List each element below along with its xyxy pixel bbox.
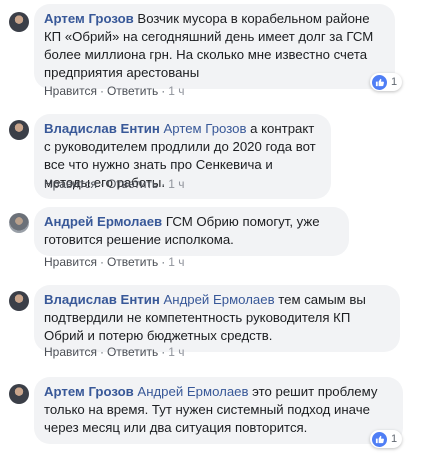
- like-icon: [372, 431, 387, 447]
- comment-actions: Нравится · Ответить · 1 ч: [44, 84, 185, 98]
- like-link[interactable]: Нравится: [44, 177, 97, 191]
- comments-screen: { "comments": [ { "author": "Артем Грозо…: [0, 0, 421, 459]
- comment-author[interactable]: Андрей Ермолаев: [44, 214, 162, 229]
- like-icon: [372, 74, 387, 90]
- comment-mention[interactable]: Андрей Ермолаев: [160, 292, 274, 307]
- comment-bubble: Владислав Ентин Андрей Ермолаев тем самы…: [34, 285, 400, 352]
- comment-actions: Нравится · Ответить · 1 ч: [44, 177, 185, 191]
- separator: ·: [99, 84, 104, 98]
- comment-author[interactable]: Владислав Ентин: [44, 121, 160, 136]
- avatar[interactable]: [9, 120, 29, 140]
- comment-bubble: Андрей Ермолаев ГСМ Обрию помогут, уже г…: [34, 207, 349, 256]
- separator: ·: [161, 345, 166, 359]
- comment-actions: Нравится · Ответить · 1 ч: [44, 255, 185, 269]
- comment-bubble: Артем Грозов Андрей Ермолаев это решит п…: [34, 377, 403, 444]
- comment-author[interactable]: Владислав Ентин: [44, 292, 160, 307]
- reply-link[interactable]: Ответить: [107, 84, 158, 98]
- separator: ·: [161, 177, 166, 191]
- comment-time[interactable]: 1 ч: [168, 345, 184, 359]
- reaction-count[interactable]: 1: [370, 430, 403, 448]
- reply-link[interactable]: Ответить: [107, 255, 158, 269]
- reply-link[interactable]: Ответить: [107, 177, 158, 191]
- comment-mention[interactable]: Артем Грозов: [160, 121, 246, 136]
- avatar[interactable]: [9, 12, 29, 32]
- comment-author[interactable]: Артем Грозов: [44, 384, 134, 399]
- like-link[interactable]: Нравится: [44, 84, 97, 98]
- comment-bubble: Артем Грозов Возчик мусора в корабельном…: [34, 4, 395, 89]
- comment-author[interactable]: Артем Грозов: [44, 11, 134, 26]
- reaction-number: 1: [391, 76, 398, 88]
- reaction-count[interactable]: 1: [370, 73, 403, 91]
- separator: ·: [161, 84, 166, 98]
- like-link[interactable]: Нравится: [44, 255, 97, 269]
- separator: ·: [99, 345, 104, 359]
- like-link[interactable]: Нравится: [44, 345, 97, 359]
- avatar[interactable]: [9, 213, 29, 233]
- separator: ·: [161, 255, 166, 269]
- comment-time[interactable]: 1 ч: [168, 177, 184, 191]
- reaction-number: 1: [391, 433, 398, 445]
- comment-time[interactable]: 1 ч: [168, 84, 184, 98]
- separator: ·: [99, 177, 104, 191]
- avatar[interactable]: [9, 384, 29, 404]
- reply-link[interactable]: Ответить: [107, 345, 158, 359]
- comment-actions: Нравится · Ответить · 1 ч: [44, 345, 185, 359]
- comment-time[interactable]: 1 ч: [168, 255, 184, 269]
- comment-mention[interactable]: Андрей Ермолаев: [134, 384, 248, 399]
- avatar[interactable]: [9, 291, 29, 311]
- separator: ·: [99, 255, 104, 269]
